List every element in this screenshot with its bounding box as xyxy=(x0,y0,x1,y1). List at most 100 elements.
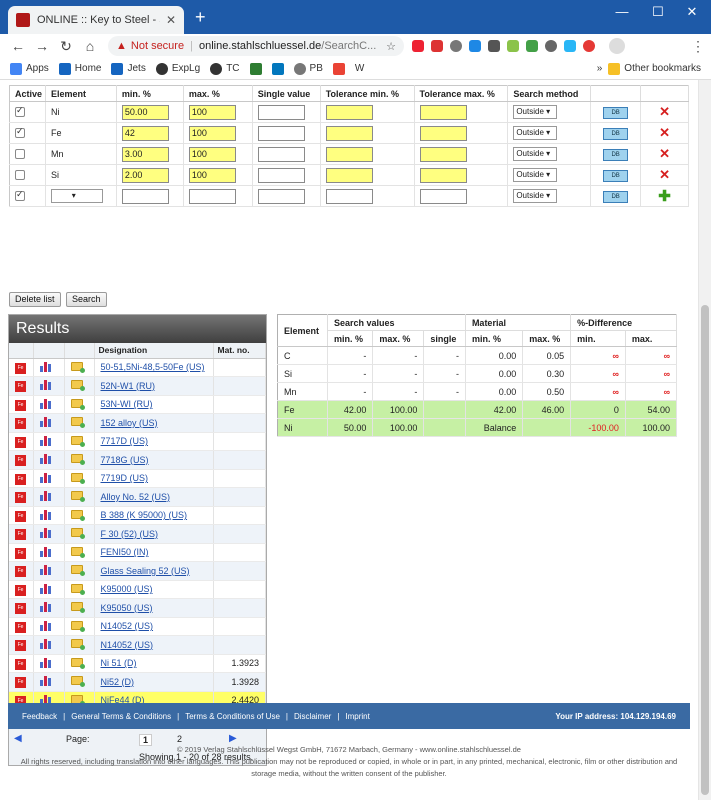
footer-link-feedback[interactable]: Feedback xyxy=(22,712,57,721)
bar-chart-icon[interactable] xyxy=(39,509,52,520)
tolerance-min-input[interactable] xyxy=(325,125,373,141)
search-button[interactable]: Search xyxy=(66,292,107,307)
min-input[interactable]: 3.00 xyxy=(121,146,169,162)
add-to-compare-icon[interactable] xyxy=(70,398,85,410)
designation-link[interactable]: 50-51,5Ni-48,5-50Fe (US) xyxy=(101,362,205,372)
page-2-link[interactable]: 2 xyxy=(177,734,182,744)
extension-icon[interactable] xyxy=(545,40,557,52)
bar-chart-icon[interactable] xyxy=(39,527,52,539)
designation-link[interactable]: N14052 (US) xyxy=(101,621,154,631)
result-row[interactable]: Fe 52N-W1 (RU) xyxy=(9,376,266,396)
bookmark-google[interactable] xyxy=(332,62,345,75)
minimize-icon[interactable]: — xyxy=(602,4,642,19)
bookmark-home[interactable]: Home xyxy=(58,62,101,75)
search-method-select[interactable]: Outside ▾ xyxy=(513,168,558,182)
fe-material-icon[interactable]: Fe xyxy=(15,677,26,689)
footer-link-general-terms[interactable]: General Terms & Conditions xyxy=(71,712,171,721)
prev-page-icon[interactable]: ◀ xyxy=(14,733,22,744)
db-button[interactable]: DB xyxy=(603,169,629,182)
designation-link[interactable]: 53N-WI (RU) xyxy=(101,399,153,409)
bar-chart-icon[interactable] xyxy=(39,435,52,446)
db-button[interactable]: DB xyxy=(603,127,629,140)
bar-chart-icon[interactable] xyxy=(39,472,52,483)
extension-icon[interactable] xyxy=(450,40,462,52)
designation-link[interactable]: K95050 (US) xyxy=(101,603,153,613)
extension-icon[interactable] xyxy=(412,40,424,52)
footer-link-imprint[interactable]: Imprint xyxy=(345,712,369,721)
active-checkbox[interactable] xyxy=(15,170,25,181)
fe-material-icon[interactable]: Fe xyxy=(15,529,26,541)
fe-material-icon[interactable]: Fe xyxy=(15,640,26,652)
delete-list-button[interactable]: Delete list xyxy=(9,292,61,307)
tolerance-max-input[interactable] xyxy=(419,125,467,141)
page-scrollbar[interactable] xyxy=(698,80,711,800)
bar-chart-icon[interactable] xyxy=(39,398,52,409)
bar-chart-icon[interactable] xyxy=(39,453,52,465)
extension-icon[interactable] xyxy=(431,40,443,52)
add-to-compare-icon[interactable] xyxy=(70,361,85,373)
active-checkbox[interactable] xyxy=(15,105,25,118)
bookmark-apps[interactable]: Apps xyxy=(10,62,49,75)
bar-chart-icon[interactable] xyxy=(39,601,52,613)
star-icon[interactable]: ☆ xyxy=(386,40,396,53)
bookmark-jets[interactable]: Jets xyxy=(111,62,146,75)
fe-material-icon[interactable]: Fe xyxy=(15,621,26,633)
tolerance-max-input[interactable] xyxy=(419,167,467,183)
tolerance-max-input[interactable] xyxy=(419,146,467,162)
extension-icon[interactable] xyxy=(507,40,519,52)
bookmark-icon-blue[interactable] xyxy=(271,62,284,75)
result-row[interactable]: Fe K95000 (US) xyxy=(9,580,266,599)
add-to-compare-icon[interactable] xyxy=(70,639,85,651)
fe-material-icon[interactable]: Fe xyxy=(15,584,26,596)
fe-material-icon[interactable]: Fe xyxy=(15,658,26,670)
bar-chart-icon[interactable] xyxy=(39,361,52,372)
designation-link[interactable]: N14052 (US) xyxy=(101,640,154,650)
designation-link[interactable]: 7718G (US) xyxy=(101,455,149,465)
designation-link[interactable]: 7717D (US) xyxy=(101,436,149,446)
bar-chart-icon[interactable] xyxy=(39,564,52,576)
max-input[interactable]: 100 xyxy=(188,104,236,120)
db-button[interactable]: DB xyxy=(603,190,629,203)
max-input[interactable]: 100 xyxy=(188,125,236,141)
designation-link[interactable]: B 388 (K 95000) (US) xyxy=(101,510,188,520)
bar-chart-icon[interactable] xyxy=(39,638,52,650)
bar-chart-icon[interactable] xyxy=(39,583,52,594)
address-bar[interactable]: ▲ Not secure | online.stahlschluessel.de… xyxy=(108,36,404,56)
designation-link[interactable]: F 30 (52) (US) xyxy=(101,529,159,539)
single-value-input[interactable] xyxy=(257,104,305,120)
single-value-input[interactable] xyxy=(257,146,305,162)
extension-icon[interactable] xyxy=(469,40,481,52)
delete-row-icon[interactable]: ✕ xyxy=(659,146,670,161)
close-tab-icon[interactable]: ✕ xyxy=(166,13,176,27)
close-window-icon[interactable]: ✕ xyxy=(672,4,711,20)
result-row[interactable]: Fe 7718G (US) xyxy=(9,450,266,470)
tolerance-min-input[interactable] xyxy=(325,146,373,162)
designation-link[interactable]: Alloy No. 52 (US) xyxy=(101,492,171,502)
fe-material-icon[interactable]: Fe xyxy=(15,510,26,522)
designation-link[interactable]: FENI50 (IN) xyxy=(101,547,149,557)
add-to-compare-icon[interactable] xyxy=(70,380,85,392)
add-to-compare-icon[interactable] xyxy=(70,509,85,521)
add-to-compare-icon[interactable] xyxy=(70,565,85,577)
fe-material-icon[interactable]: Fe xyxy=(15,381,26,393)
add-to-compare-icon[interactable] xyxy=(70,417,85,429)
result-row[interactable]: Fe K95050 (US) xyxy=(9,598,266,618)
add-to-compare-icon[interactable] xyxy=(70,583,85,595)
footer-link-disclaimer[interactable]: Disclaimer xyxy=(294,712,331,721)
result-row[interactable]: Fe 7719D (US) xyxy=(9,469,266,488)
bookmark-explg[interactable]: ExpLg xyxy=(155,62,200,75)
forward-icon[interactable]: → xyxy=(30,38,54,54)
fe-material-icon[interactable]: Fe xyxy=(15,566,26,578)
single-value-input[interactable] xyxy=(257,167,305,183)
max-input[interactable]: 100 xyxy=(188,146,236,162)
fe-material-icon[interactable]: Fe xyxy=(15,473,26,485)
add-to-compare-icon[interactable] xyxy=(70,491,85,503)
bar-chart-icon[interactable] xyxy=(39,620,52,631)
add-to-compare-icon[interactable] xyxy=(70,602,85,614)
fe-material-icon[interactable]: Fe xyxy=(15,455,26,467)
bar-chart-icon[interactable] xyxy=(39,546,52,557)
designation-link[interactable]: Ni 51 (D) xyxy=(101,658,137,668)
active-checkbox[interactable] xyxy=(15,149,25,160)
tolerance-min-input[interactable] xyxy=(325,167,373,183)
add-to-compare-icon[interactable] xyxy=(70,472,85,484)
